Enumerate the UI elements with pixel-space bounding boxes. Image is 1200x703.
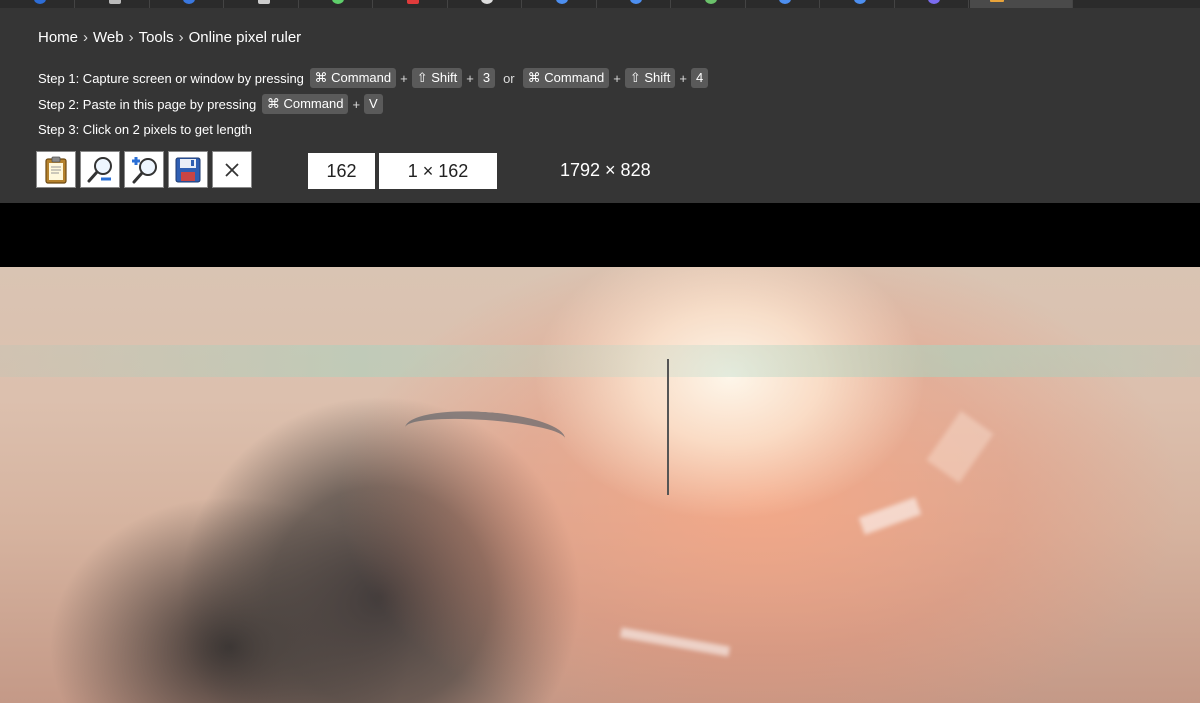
step-1: Step 1: Capture screen or window by pres…: [38, 68, 710, 88]
step-1-text: Step 1: Capture screen or window by pres…: [38, 70, 304, 86]
tab-favicon-icon: [630, 0, 642, 4]
or-text: or: [503, 70, 515, 86]
browser-tab[interactable]: [820, 0, 895, 8]
step-3-text: Step 3: Click on 2 pixels to get length: [38, 122, 252, 137]
pasted-image-canvas[interactable]: [0, 267, 1200, 703]
browser-tab-active[interactable]: [970, 0, 1073, 8]
browser-tab[interactable]: [75, 0, 150, 8]
tab-favicon-icon: [332, 0, 344, 4]
save-disk-icon: [174, 156, 202, 184]
key-command: ⌘ Command: [261, 94, 349, 114]
plus-sign: +: [679, 70, 687, 86]
tab-favicon-icon: [704, 0, 717, 4]
browser-tab[interactable]: [596, 0, 671, 8]
browser-tab[interactable]: [149, 0, 224, 8]
tab-favicon-icon: [257, 0, 270, 4]
tab-favicon-icon: [555, 0, 568, 4]
breadcrumb-separator: ›: [83, 29, 89, 46]
breadcrumb: Home › Web › Tools › Online pixel ruler: [38, 29, 301, 46]
plus-sign: +: [466, 70, 474, 86]
step-2-text: Step 2: Paste in this page by pressing: [38, 96, 257, 112]
close-icon: [222, 160, 242, 180]
tab-favicon-icon: [34, 0, 46, 4]
toolbar: [36, 151, 252, 188]
browser-tab[interactable]: [894, 0, 969, 8]
key-3: 3: [477, 68, 496, 88]
breadcrumb-tools[interactable]: Tools: [139, 29, 174, 46]
tab-favicon-icon: [853, 0, 866, 4]
zoom-out-button[interactable]: [80, 151, 120, 188]
browser-tab[interactable]: [522, 0, 597, 8]
browser-tab-strip: [0, 0, 1200, 8]
breadcrumb-current: Online pixel ruler: [188, 29, 302, 46]
zoom-out-icon: [85, 155, 115, 185]
image-light-streak: [926, 410, 994, 484]
key-v: V: [364, 94, 383, 114]
breadcrumb-home[interactable]: Home: [38, 29, 78, 46]
measurement-line: [667, 359, 669, 495]
vector-field[interactable]: 1 × 162: [379, 153, 497, 189]
image-top-band: [0, 203, 1200, 267]
tab-favicon-icon: [108, 0, 121, 4]
breadcrumb-web[interactable]: Web: [93, 29, 124, 46]
save-button[interactable]: [168, 151, 208, 188]
clear-button[interactable]: [212, 151, 252, 188]
browser-tab[interactable]: [373, 0, 448, 8]
tab-favicon-icon: [779, 0, 791, 4]
step-2: Step 2: Paste in this page by pressing ⌘…: [38, 94, 385, 114]
key-command: ⌘ Command: [522, 68, 610, 88]
tab-favicon-icon: [481, 0, 493, 4]
length-field[interactable]: 162: [308, 153, 375, 189]
breadcrumb-separator: ›: [128, 29, 134, 46]
browser-tab[interactable]: [447, 0, 522, 8]
key-shift: ⇧ Shift: [624, 68, 676, 88]
tab-favicon-icon: [406, 0, 419, 4]
browser-tab[interactable]: [671, 0, 746, 8]
zoom-in-icon: [129, 155, 159, 185]
browser-tab[interactable]: [745, 0, 820, 8]
tab-favicon-icon: [183, 0, 195, 4]
plus-sign: +: [400, 70, 408, 86]
image-light-streak: [858, 497, 922, 535]
plus-sign: +: [352, 96, 361, 112]
key-shift: ⇧ Shift: [411, 68, 463, 88]
image-dimensions: 1792 × 828: [560, 160, 651, 180]
image-rim-shape: [403, 406, 567, 460]
browser-tab[interactable]: [224, 0, 299, 8]
tab-favicon-icon: [990, 0, 1004, 2]
key-4: 4: [690, 68, 709, 88]
paste-button[interactable]: [36, 151, 76, 188]
plus-sign: +: [613, 70, 621, 86]
breadcrumb-separator: ›: [178, 29, 184, 46]
zoom-in-button[interactable]: [124, 151, 164, 188]
browser-tab[interactable]: [298, 0, 373, 8]
browser-tab[interactable]: [0, 0, 75, 8]
clipboard-icon: [43, 156, 69, 184]
key-command: ⌘ Command: [309, 68, 397, 88]
image-light-streak: [619, 627, 731, 657]
tab-favicon-icon: [928, 0, 940, 4]
image-light-band: [0, 345, 1200, 377]
step-3: Step 3: Click on 2 pixels to get length: [38, 122, 252, 137]
